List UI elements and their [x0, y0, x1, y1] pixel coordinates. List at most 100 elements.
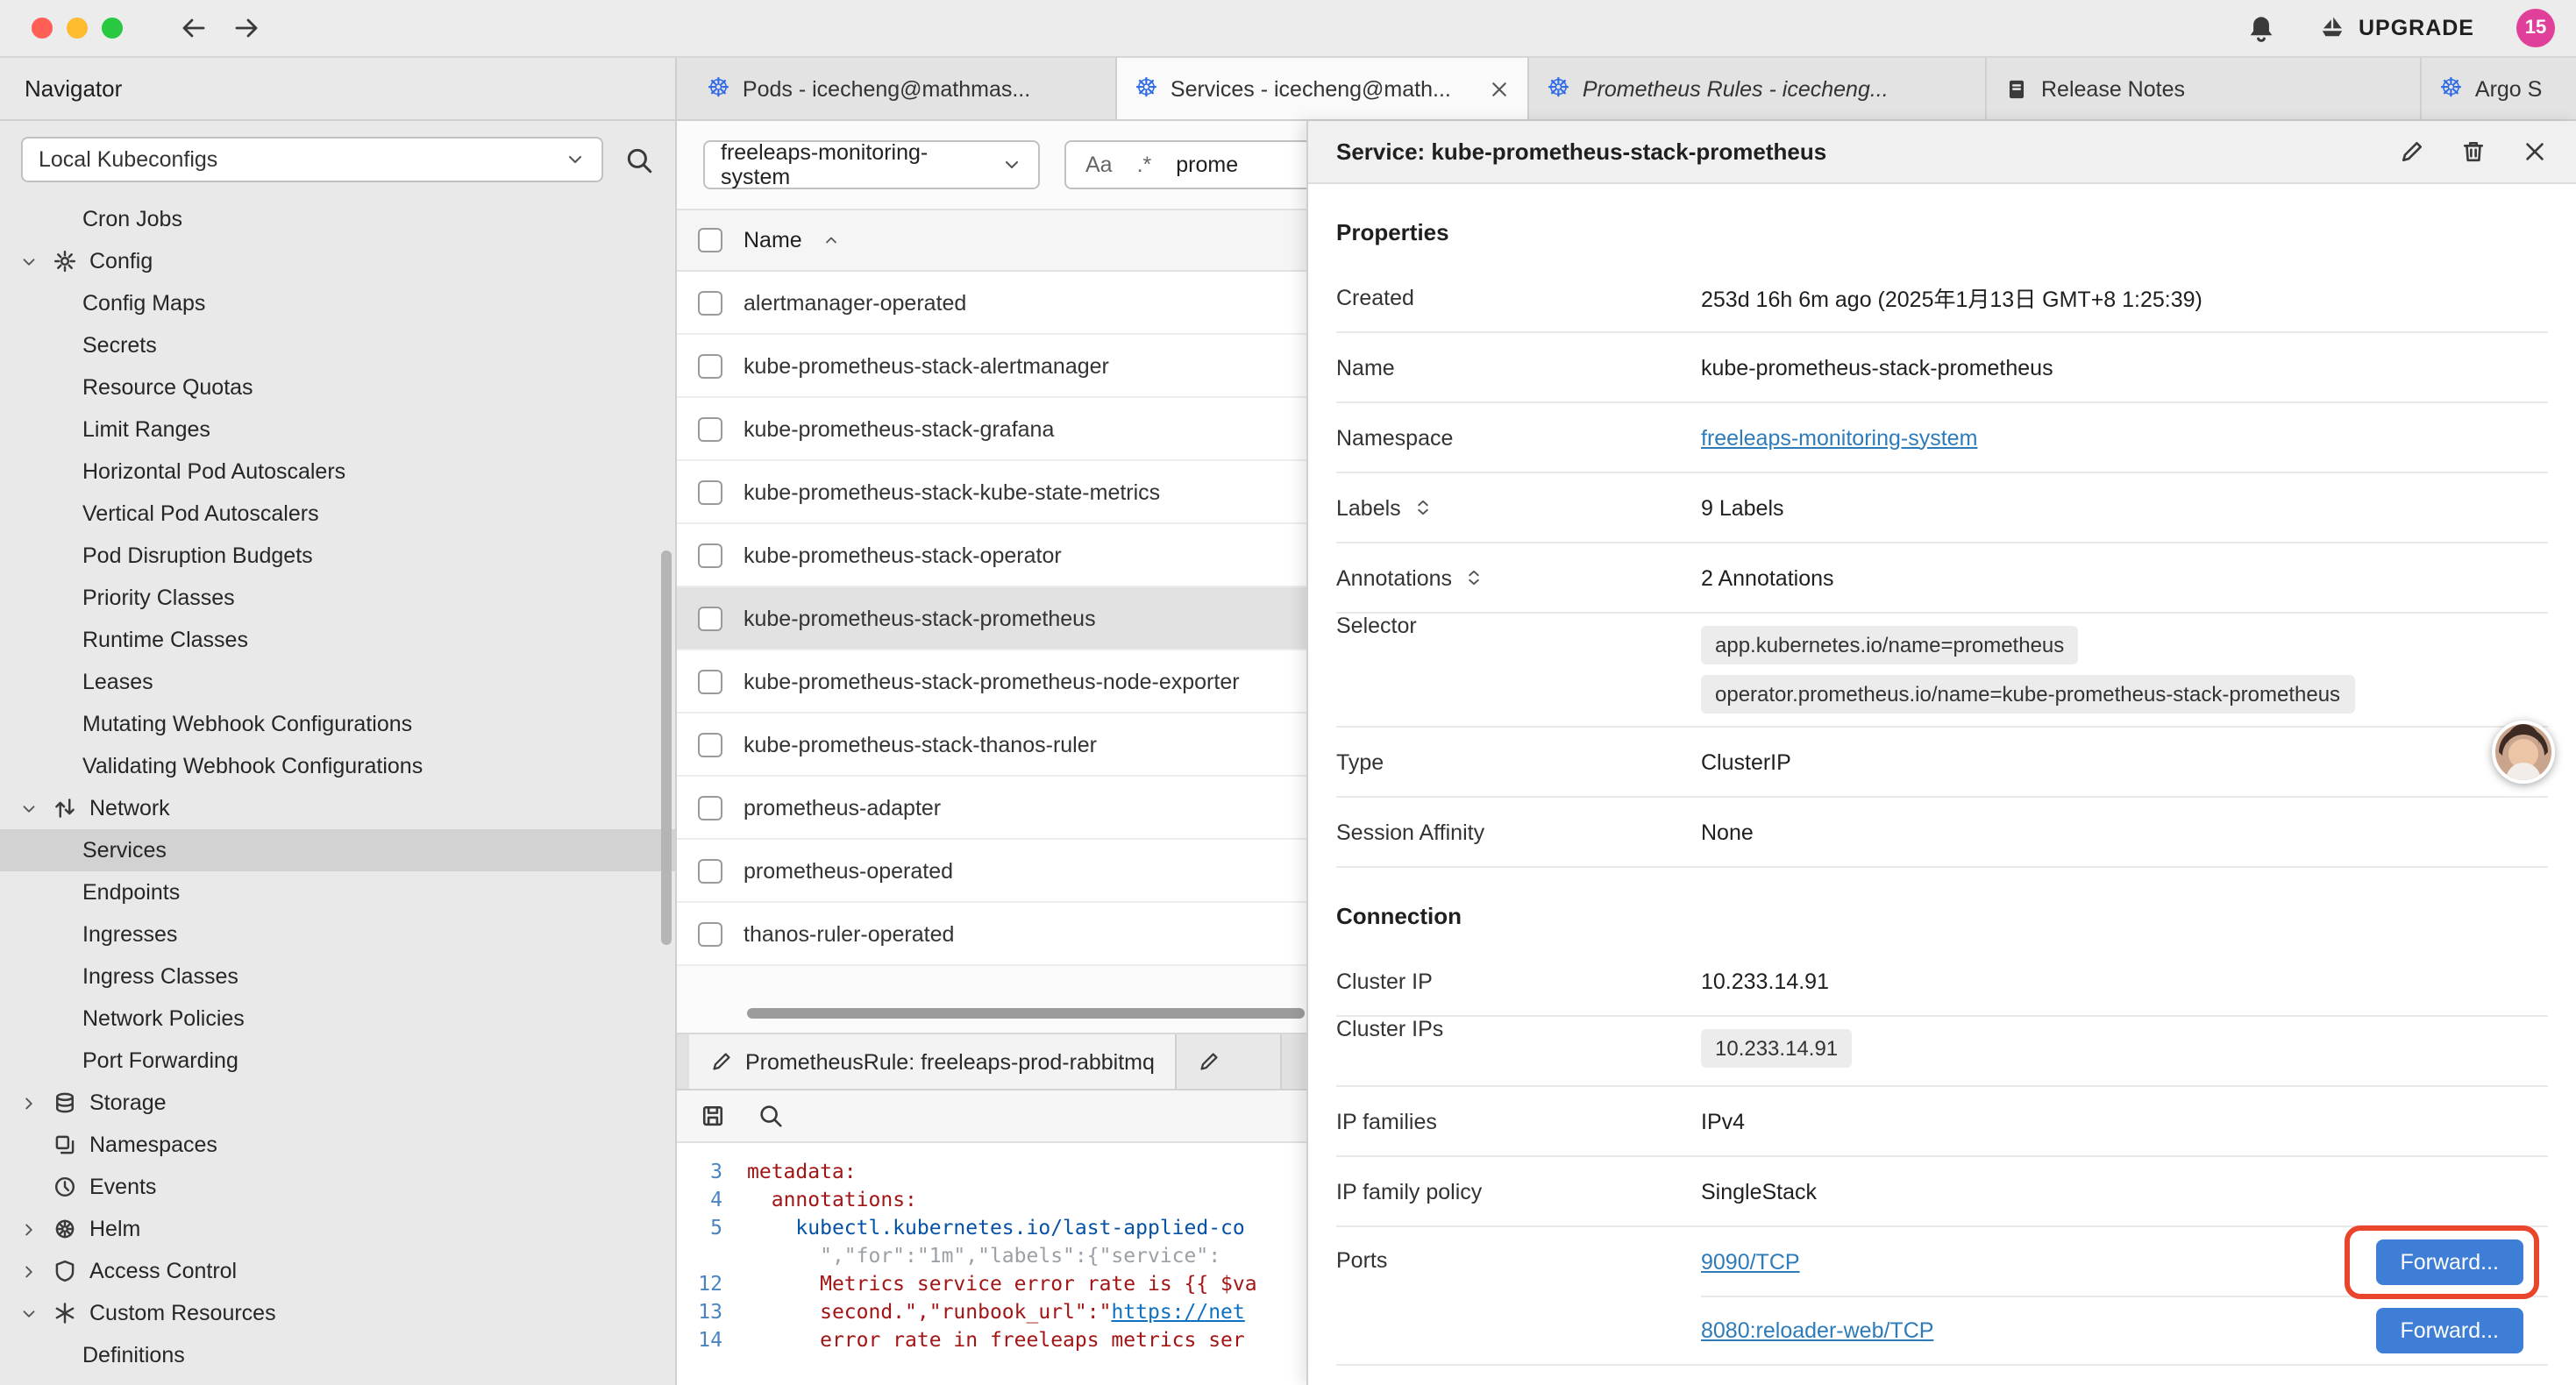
row-checkbox[interactable] — [698, 543, 722, 567]
editor-search-icon[interactable] — [758, 1103, 784, 1129]
sidebar-item-access-control[interactable]: Access Control — [0, 1250, 675, 1292]
namespace-link[interactable]: freeleaps-monitoring-system — [1701, 425, 1977, 450]
select-all-checkbox[interactable] — [698, 228, 722, 252]
sidebar-item-services[interactable]: Services — [0, 829, 675, 871]
sidebar-item-priority-classes[interactable]: Priority Classes — [0, 577, 675, 619]
namespace-filter-select[interactable]: freeleaps-monitoring-system — [703, 140, 1040, 189]
tab-label: Pods - icecheng@mathmas... — [743, 76, 1098, 101]
kubeconfig-select[interactable]: Local Kubeconfigs — [21, 137, 603, 182]
row-checkbox[interactable] — [698, 606, 722, 630]
sidebar-item-port-forwarding[interactable]: Port Forwarding — [0, 1040, 675, 1082]
sidebar-item-network[interactable]: Network — [0, 787, 675, 829]
forward-icon[interactable] — [233, 14, 261, 42]
window-controls — [32, 18, 123, 39]
delete-icon[interactable] — [2460, 138, 2487, 165]
sidebar-item-leases[interactable]: Leases — [0, 661, 675, 703]
minimize-window-button[interactable] — [67, 18, 88, 39]
sidebar-item-pod-disruption-budgets[interactable]: Pod Disruption Budgets — [0, 535, 675, 577]
sidebar-item-secrets[interactable]: Secrets — [0, 324, 675, 366]
tab-bar: ☸Pods - icecheng@mathmas...☸Services - i… — [677, 58, 2576, 119]
row-checkbox[interactable] — [698, 795, 722, 820]
chevron-down-icon — [1001, 154, 1022, 175]
row-checkbox[interactable] — [698, 921, 722, 946]
port-link[interactable]: 9090/TCP — [1701, 1249, 1800, 1274]
chevron-down-icon[interactable] — [18, 799, 40, 818]
sidebar-search-icon[interactable] — [624, 145, 654, 174]
tab-close-icon[interactable] — [1489, 78, 1510, 99]
notifications-bell-icon[interactable] — [2246, 13, 2276, 43]
row-checkbox[interactable] — [698, 353, 722, 378]
back-icon[interactable] — [179, 14, 207, 42]
row-checkbox[interactable] — [698, 290, 722, 315]
sidebar-item-mutating-webhook-configurations[interactable]: Mutating Webhook Configurations — [0, 703, 675, 745]
chevron-right-icon[interactable] — [18, 1261, 40, 1281]
dock-tab[interactable] — [1178, 1034, 1283, 1089]
sidebar-item-vertical-pod-autoscalers[interactable]: Vertical Pod Autoscalers — [0, 493, 675, 535]
sidebar-item-label: Endpoints — [82, 880, 180, 905]
sidebar-item-config-maps[interactable]: Config Maps — [0, 282, 675, 324]
navigator-header: Navigator — [0, 58, 677, 119]
upgrade-button[interactable]: UPGRADE — [2318, 14, 2474, 42]
sidebar-item-ingress-classes[interactable]: Ingress Classes — [0, 955, 675, 998]
sidebar-item-ingresses[interactable]: Ingresses — [0, 913, 675, 955]
row-name: thanos-ruler-operated — [744, 921, 954, 946]
property-label: Annotations — [1336, 565, 1701, 590]
row-checkbox[interactable] — [698, 858, 722, 883]
chevron-right-icon[interactable] — [18, 1093, 40, 1112]
dock-tab[interactable]: PrometheusRule: freeleaps-prod-rabbitmq — [689, 1034, 1178, 1089]
line-number: 3 — [677, 1157, 747, 1185]
sidebar-item-label: Access Control — [89, 1259, 237, 1283]
row-name: kube-prometheus-stack-operator — [744, 543, 1062, 567]
notification-count-badge[interactable]: 15 — [2516, 9, 2555, 47]
sort-toggle-icon[interactable] — [1464, 568, 1484, 587]
sidebar-item-events[interactable]: Events — [0, 1166, 675, 1208]
close-icon[interactable] — [2522, 138, 2548, 165]
forward-button[interactable]: Forward... — [2375, 1308, 2523, 1353]
edit-icon[interactable] — [2399, 138, 2425, 165]
match-case-toggle[interactable]: Aa — [1085, 153, 1113, 177]
sidebar-item-network-policies[interactable]: Network Policies — [0, 998, 675, 1040]
chevron-right-icon[interactable] — [18, 1219, 40, 1239]
property-row-labels: Labels9 Labels — [1336, 473, 2548, 543]
row-checkbox[interactable] — [698, 416, 722, 441]
tab-argo-s[interactable]: ☸Argo S — [2422, 58, 2576, 119]
maximize-window-button[interactable] — [102, 18, 123, 39]
chevron-down-icon[interactable] — [18, 1303, 40, 1323]
sidebar-scrollbar[interactable] — [661, 550, 672, 945]
avatar[interactable] — [2492, 721, 2555, 784]
sidebar-item-endpoints[interactable]: Endpoints — [0, 871, 675, 913]
chevron-down-icon[interactable] — [18, 252, 40, 271]
tab-release-notes[interactable]: Release Notes — [1987, 58, 2422, 119]
sidebar-item-label: Validating Webhook Configurations — [82, 754, 423, 778]
sidebar-item-helm[interactable]: Helm — [0, 1208, 675, 1250]
horizontal-scrollbar[interactable] — [747, 1008, 1305, 1019]
sidebar-item-runtime-classes[interactable]: Runtime Classes — [0, 619, 675, 661]
port-link[interactable]: 8080:reloader-web/TCP — [1701, 1318, 1933, 1343]
row-checkbox[interactable] — [698, 669, 722, 693]
forward-button[interactable]: Forward... — [2375, 1239, 2523, 1284]
row-name: kube-prometheus-stack-alertmanager — [744, 353, 1109, 378]
sidebar-item-custom-resources[interactable]: Custom Resources — [0, 1292, 675, 1334]
sidebar-item-cron-jobs[interactable]: Cron Jobs — [0, 198, 675, 240]
sidebar-item-config[interactable]: Config — [0, 240, 675, 282]
port-row: 9090/TCP Forward... — [1701, 1227, 2548, 1296]
sidebar-item-horizontal-pod-autoscalers[interactable]: Horizontal Pod Autoscalers — [0, 451, 675, 493]
row-checkbox[interactable] — [698, 479, 722, 504]
sort-toggle-icon[interactable] — [1413, 498, 1433, 517]
sidebar-item-definitions[interactable]: Definitions — [0, 1334, 675, 1376]
save-icon[interactable] — [700, 1103, 726, 1129]
sidebar-item-resource-quotas[interactable]: Resource Quotas — [0, 366, 675, 408]
sidebar-item-limit-ranges[interactable]: Limit Ranges — [0, 408, 675, 451]
close-window-button[interactable] — [32, 18, 53, 39]
tab-services-icecheng-math[interactable]: ☸Services - icecheng@math... — [1117, 58, 1529, 119]
name-column-header[interactable]: Name — [744, 228, 802, 252]
regex-toggle[interactable]: .* — [1137, 153, 1152, 177]
tab-pods-icecheng-mathmas[interactable]: ☸Pods - icecheng@mathmas... — [689, 58, 1117, 119]
sidebar-item-namespaces[interactable]: Namespaces — [0, 1124, 675, 1166]
tab-prometheus-rules-icecheng[interactable]: ☸Prometheus Rules - icecheng... — [1529, 58, 1987, 119]
property-value: IPv4 — [1701, 1109, 1745, 1133]
sort-ascending-icon[interactable] — [823, 231, 841, 249]
sidebar-item-validating-webhook-configurations[interactable]: Validating Webhook Configurations — [0, 745, 675, 787]
row-checkbox[interactable] — [698, 732, 722, 756]
sidebar-item-storage[interactable]: Storage — [0, 1082, 675, 1124]
